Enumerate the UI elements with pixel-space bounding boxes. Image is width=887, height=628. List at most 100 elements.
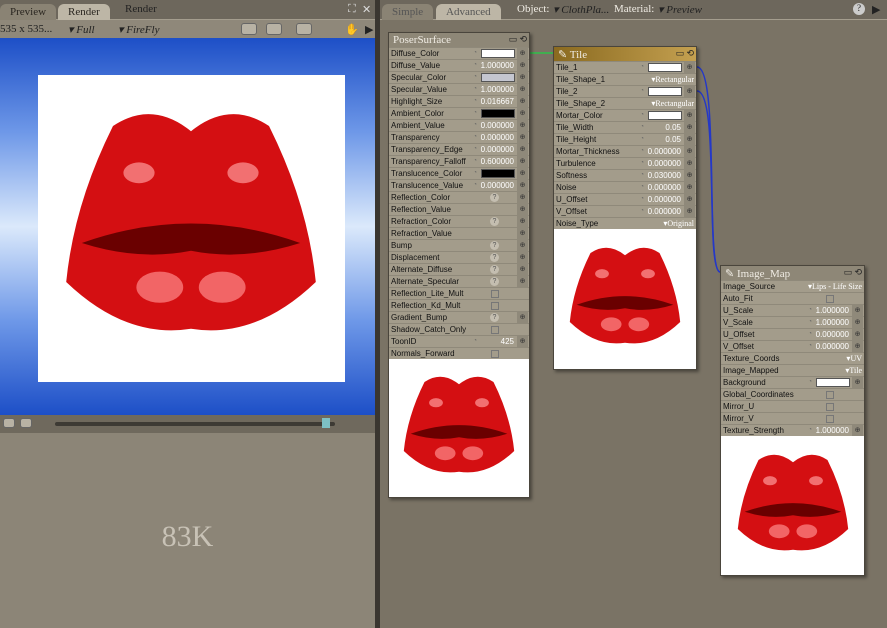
param-value[interactable]: 0.030000 [648,170,681,181]
plug-icon[interactable]: ⊕ [852,305,863,316]
dial-icon[interactable]: ◔ [473,132,477,143]
plug-icon[interactable]: ⊕ [517,216,528,227]
color-swatch[interactable] [648,111,682,120]
question-icon[interactable]: ? [490,265,499,274]
plug-icon[interactable]: ⊕ [684,86,695,97]
node-header[interactable]: PoserSurface ▭ ⟲ [389,33,529,47]
dial-icon[interactable]: ◔ [640,122,644,133]
dial-icon[interactable]: ◔ [473,108,477,119]
param-value[interactable]: 1.000000 [481,60,514,71]
dial-icon[interactable]: ◔ [473,144,477,155]
plug-icon[interactable]: ⊕ [517,336,528,347]
param-value[interactable]: 0.000000 [648,206,681,217]
checkbox[interactable] [491,290,499,298]
plug-icon[interactable]: ⊕ [517,156,528,167]
dial-icon[interactable]: ◔ [473,48,477,59]
plug-icon[interactable]: ⊕ [517,108,528,119]
param-value[interactable]: 0.05 [665,134,681,145]
dial-icon[interactable]: ◔ [473,60,477,71]
dial-icon[interactable]: ◔ [473,336,477,347]
plug-icon[interactable]: ⊕ [517,132,528,143]
param-value[interactable]: 1.000000 [816,305,849,316]
dial-icon[interactable]: ◔ [473,156,477,167]
plug-icon[interactable]: ⊕ [517,60,528,71]
color-swatch[interactable] [816,378,850,387]
color-swatch[interactable] [648,87,682,96]
param-value[interactable]: 0.016667 [481,96,514,107]
dial-icon[interactable]: ◔ [640,110,644,121]
dial-icon[interactable]: ◔ [640,146,644,157]
dial-icon[interactable]: ◔ [808,377,812,388]
plug-icon[interactable]: ⊕ [852,425,863,436]
plug-icon[interactable]: ⊕ [684,134,695,145]
param-value[interactable]: 0.600000 [481,156,514,167]
param-value[interactable]: 0.000000 [816,341,849,352]
dial-icon[interactable]: ◔ [808,341,812,352]
plug-icon[interactable]: ⊕ [517,264,528,275]
question-icon[interactable]: ? [490,313,499,322]
dial-icon[interactable]: ◔ [640,206,644,217]
param-value[interactable]: 425 [501,336,514,347]
node-tile[interactable]: ✎ Tile ▭ ⟲ Tile_1 ◔ ⊕ Tile_Shape_1 ▾Rectangula… [553,46,697,370]
param-value[interactable]: 1.000000 [816,425,849,436]
question-icon[interactable]: ? [490,277,499,286]
color-swatch[interactable] [648,63,682,72]
plug-icon[interactable]: ⊕ [517,120,528,131]
plug-icon[interactable]: ⊕ [517,72,528,83]
plug-icon[interactable]: ⊕ [517,84,528,95]
plug-icon[interactable]: ⊕ [684,110,695,121]
param-value[interactable]: 0.05 [665,122,681,133]
checkbox[interactable] [491,350,499,358]
node-header[interactable]: ✎ Tile ▭ ⟲ [554,47,696,61]
dial-icon[interactable]: ◔ [640,86,644,97]
param-value[interactable]: 0.000000 [816,329,849,340]
plug-icon[interactable]: ⊕ [517,228,528,239]
param-value[interactable]: 0.000000 [648,194,681,205]
param-dropdown[interactable]: ▾UV [846,353,862,364]
plug-icon[interactable]: ⊕ [684,62,695,73]
dial-icon[interactable]: ◔ [473,84,477,95]
dial-icon[interactable]: ◔ [473,120,477,131]
plug-icon[interactable]: ⊕ [517,204,528,215]
plug-icon[interactable]: ⊕ [517,276,528,287]
node-buttons[interactable]: ▭ ⟲ [676,48,694,59]
plug-icon[interactable]: ⊕ [517,168,528,179]
dial-icon[interactable]: ◔ [808,317,812,328]
question-icon[interactable]: ? [490,253,499,262]
color-swatch[interactable] [481,73,515,82]
color-swatch[interactable] [481,169,515,178]
dial-icon[interactable]: ◔ [808,329,812,340]
plug-icon[interactable]: ⊕ [684,170,695,181]
dial-icon[interactable]: ◔ [808,305,812,316]
plug-icon[interactable]: ⊕ [684,182,695,193]
checkbox[interactable] [826,391,834,399]
dial-icon[interactable]: ◔ [640,182,644,193]
question-icon[interactable]: ? [490,241,499,250]
plug-icon[interactable]: ⊕ [517,144,528,155]
param-dropdown[interactable]: ▾Rectangular [651,74,694,85]
node-image-map[interactable]: ✎ Image_Map ▭ ⟲ Image_Source ▾Lips - Life S… [720,265,865,576]
dial-icon[interactable]: ◔ [640,62,644,73]
checkbox[interactable] [826,403,834,411]
node-buttons[interactable]: ▭ ⟲ [844,267,862,278]
param-value[interactable]: 1.000000 [816,317,849,328]
plug-icon[interactable]: ⊕ [517,48,528,59]
plug-icon[interactable]: ⊕ [684,158,695,169]
param-value[interactable]: 0.000000 [481,120,514,131]
plug-icon[interactable]: ⊕ [852,329,863,340]
plug-icon[interactable]: ⊕ [517,252,528,263]
color-swatch[interactable] [481,109,515,118]
dial-icon[interactable]: ◔ [473,96,477,107]
param-value[interactable]: 0.000000 [648,146,681,157]
checkbox[interactable] [491,326,499,334]
plug-icon[interactable]: ⊕ [517,192,528,203]
dial-icon[interactable]: ◔ [473,180,477,191]
checkbox[interactable] [826,295,834,303]
plug-icon[interactable]: ⊕ [684,206,695,217]
param-dropdown[interactable]: ▾Lips - Life Size [808,281,862,292]
question-icon[interactable]: ? [490,217,499,226]
plug-icon[interactable]: ⊕ [684,146,695,157]
plug-icon[interactable]: ⊕ [517,312,528,323]
plug-icon[interactable]: ⊕ [684,194,695,205]
dial-icon[interactable]: ◔ [640,194,644,205]
